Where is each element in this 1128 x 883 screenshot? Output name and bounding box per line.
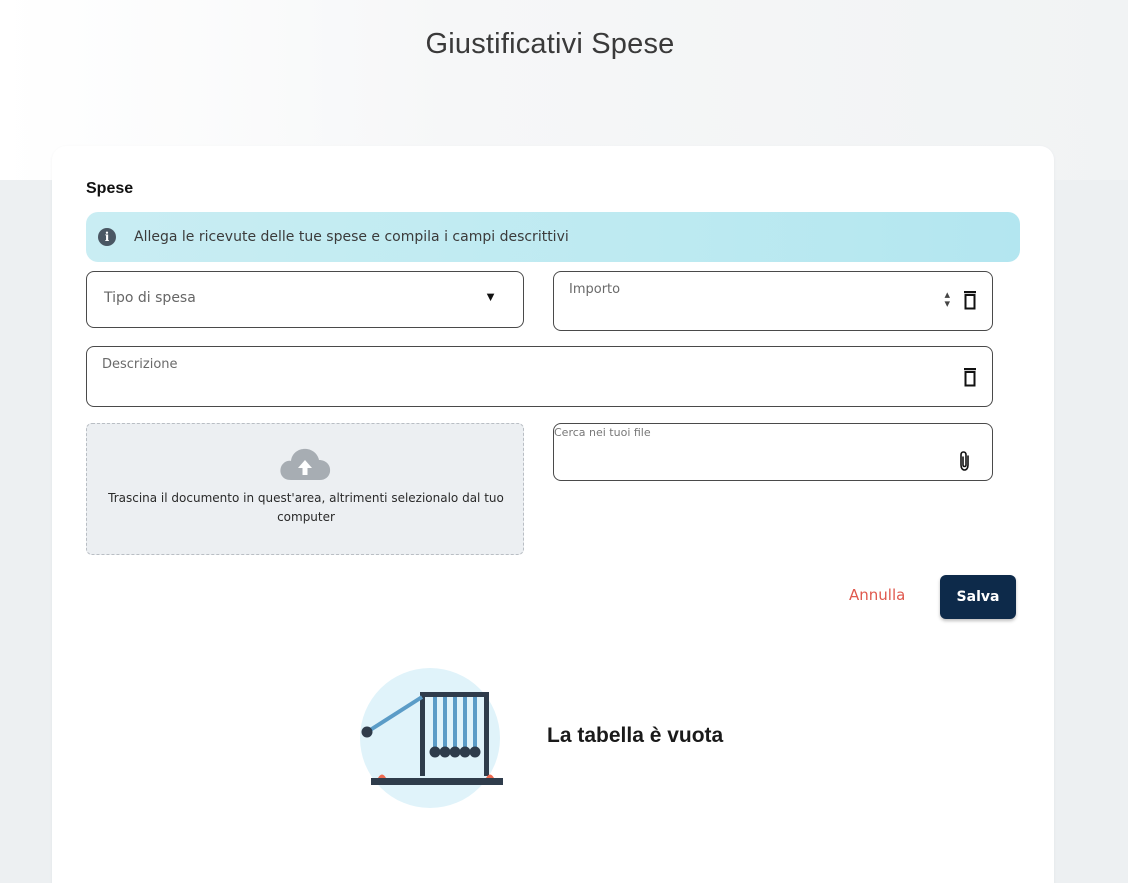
newton-cradle-illustration: [360, 668, 503, 808]
trash-icon[interactable]: [962, 290, 978, 310]
empty-table-text: La tabella è vuota: [547, 724, 724, 747]
dropzone-text-line1: Trascina il documento in quest'area, alt…: [108, 491, 504, 505]
expense-type-placeholder: Tipo di spesa: [104, 290, 196, 306]
description-field[interactable]: Descrizione: [86, 346, 993, 407]
expense-type-select[interactable]: Tipo di spesa ▼: [86, 271, 524, 328]
file-dropzone[interactable]: Trascina il documento in quest'area, alt…: [86, 423, 524, 555]
expenses-card: Spese i Allega le ricevute delle tue spe…: [52, 146, 1054, 883]
save-button[interactable]: Salva: [940, 575, 1016, 619]
cancel-button[interactable]: Annulla: [849, 586, 905, 604]
info-icon: i: [98, 228, 116, 246]
section-title: Spese: [86, 180, 134, 197]
dropzone-text: Trascina il documento in quest'area, alt…: [87, 489, 525, 527]
amount-field[interactable]: Importo ▴ ▾: [553, 271, 993, 331]
chevron-down-icon: ▼: [484, 289, 497, 304]
spinner-icon[interactable]: ▴ ▾: [944, 290, 950, 310]
info-banner: i Allega le ricevute delle tue spese e c…: [86, 212, 1020, 262]
file-search-field[interactable]: Cerca nei tuoi file: [553, 423, 993, 481]
file-search-label: Cerca nei tuoi file: [554, 426, 651, 439]
cloud-upload-icon: [280, 448, 331, 480]
trash-icon[interactable]: [962, 367, 978, 387]
description-label: Descrizione: [102, 357, 178, 372]
paperclip-icon[interactable]: [958, 450, 972, 472]
amount-label: Importo: [569, 282, 621, 297]
info-banner-text: Allega le ricevute delle tue spese e com…: [134, 229, 569, 245]
dropzone-text-line2: computer: [277, 510, 335, 524]
page-title: Giustificativi Spese: [425, 28, 675, 60]
